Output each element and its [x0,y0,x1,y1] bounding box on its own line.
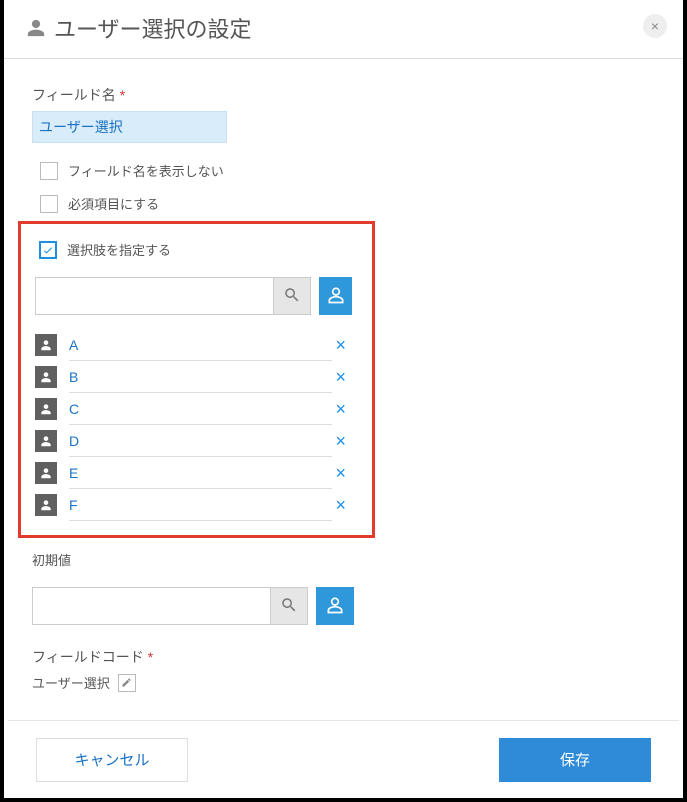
initial-value-input[interactable] [32,587,270,625]
search-icon [283,286,301,307]
choices-org-button[interactable] [319,277,352,315]
field-code-row: フィールドコード * ユーザー選択 [32,647,655,692]
specify-choices-row: 選択肢を指定する [39,240,352,259]
org-user-icon [326,285,346,308]
modal-title: ユーザー選択の設定 [54,12,252,44]
field-name-label-row: フィールド名 * [32,85,655,105]
hide-field-name-label: フィールド名を表示しない [68,161,224,180]
user-name-link[interactable]: F [69,497,317,513]
user-item: F× [35,489,352,521]
user-avatar-icon [35,430,57,452]
remove-user-button[interactable]: × [329,367,352,388]
required-asterisk: * [120,87,125,103]
user-select-settings-modal: ユーザー選択の設定 × フィールド名 * フィールド名を表示しない 必須項目にす… [0,0,687,802]
initial-value-label: 初期値 [32,550,655,569]
hide-field-name-checkbox[interactable] [40,162,58,180]
initial-value-section: 初期値 [32,550,655,625]
field-name-input[interactable] [32,111,227,143]
required-asterisk: * [148,649,153,665]
modal-header: ユーザー選択の設定 × [4,0,683,59]
hide-field-name-row: フィールド名を表示しない [40,161,655,180]
required-label: 必須項目にする [68,194,159,213]
field-name-label: フィールド名 [32,85,116,105]
save-button[interactable]: 保存 [499,738,651,782]
user-avatar-icon [35,462,57,484]
initial-search-group [32,587,308,625]
user-name-link[interactable]: A [69,337,317,353]
specify-choices-checkbox[interactable] [39,241,57,259]
search-icon [280,596,298,617]
user-item: A× [35,329,352,361]
user-name-link[interactable]: E [69,465,317,481]
user-name-link[interactable]: C [69,401,317,417]
remove-user-button[interactable]: × [329,495,352,516]
initial-search-row [32,587,655,625]
divider [69,520,332,521]
initial-search-button[interactable] [270,587,308,625]
user-list: A×B×C×D×E×F× [35,329,352,521]
modal-footer: キャンセル 保存 [8,720,679,798]
field-code-value: ユーザー選択 [32,673,110,692]
required-row: 必須項目にする [40,194,655,213]
field-code-edit-button[interactable] [118,674,136,692]
user-name-link[interactable]: B [69,369,317,385]
close-button[interactable]: × [643,14,667,38]
user-avatar-icon [35,398,57,420]
remove-user-button[interactable]: × [329,335,352,356]
user-avatar-icon [35,366,57,388]
org-user-icon [325,595,345,618]
remove-user-button[interactable]: × [329,463,352,484]
user-item: D× [35,425,352,457]
field-code-label-row: フィールドコード * [32,647,655,667]
remove-user-button[interactable]: × [329,399,352,420]
choices-search-button[interactable] [273,277,311,315]
user-name-link[interactable]: D [69,433,317,449]
pencil-icon [121,677,132,688]
user-item: B× [35,361,352,393]
user-avatar-icon [35,494,57,516]
choices-search-row [35,277,352,315]
field-code-value-row: ユーザー選択 [32,673,655,692]
specify-choices-highlight: 選択肢を指定する A×B×C×D×E×F× [18,221,375,538]
user-item: C× [35,393,352,425]
field-code-label: フィールドコード [32,647,144,667]
remove-user-button[interactable]: × [329,431,352,452]
user-avatar-icon [35,334,57,356]
cancel-button[interactable]: キャンセル [36,738,188,782]
required-checkbox[interactable] [40,195,58,213]
choices-search-input[interactable] [35,277,273,315]
choices-search-group [35,277,311,315]
specify-choices-label: 選択肢を指定する [67,240,171,259]
close-icon: × [651,18,659,34]
modal-body: フィールド名 * フィールド名を表示しない 必須項目にする 選択肢を指定する [4,59,683,727]
field-name-row: フィールド名 * [32,85,655,143]
user-item: E× [35,457,352,489]
initial-org-button[interactable] [316,587,354,625]
user-icon [26,18,46,38]
